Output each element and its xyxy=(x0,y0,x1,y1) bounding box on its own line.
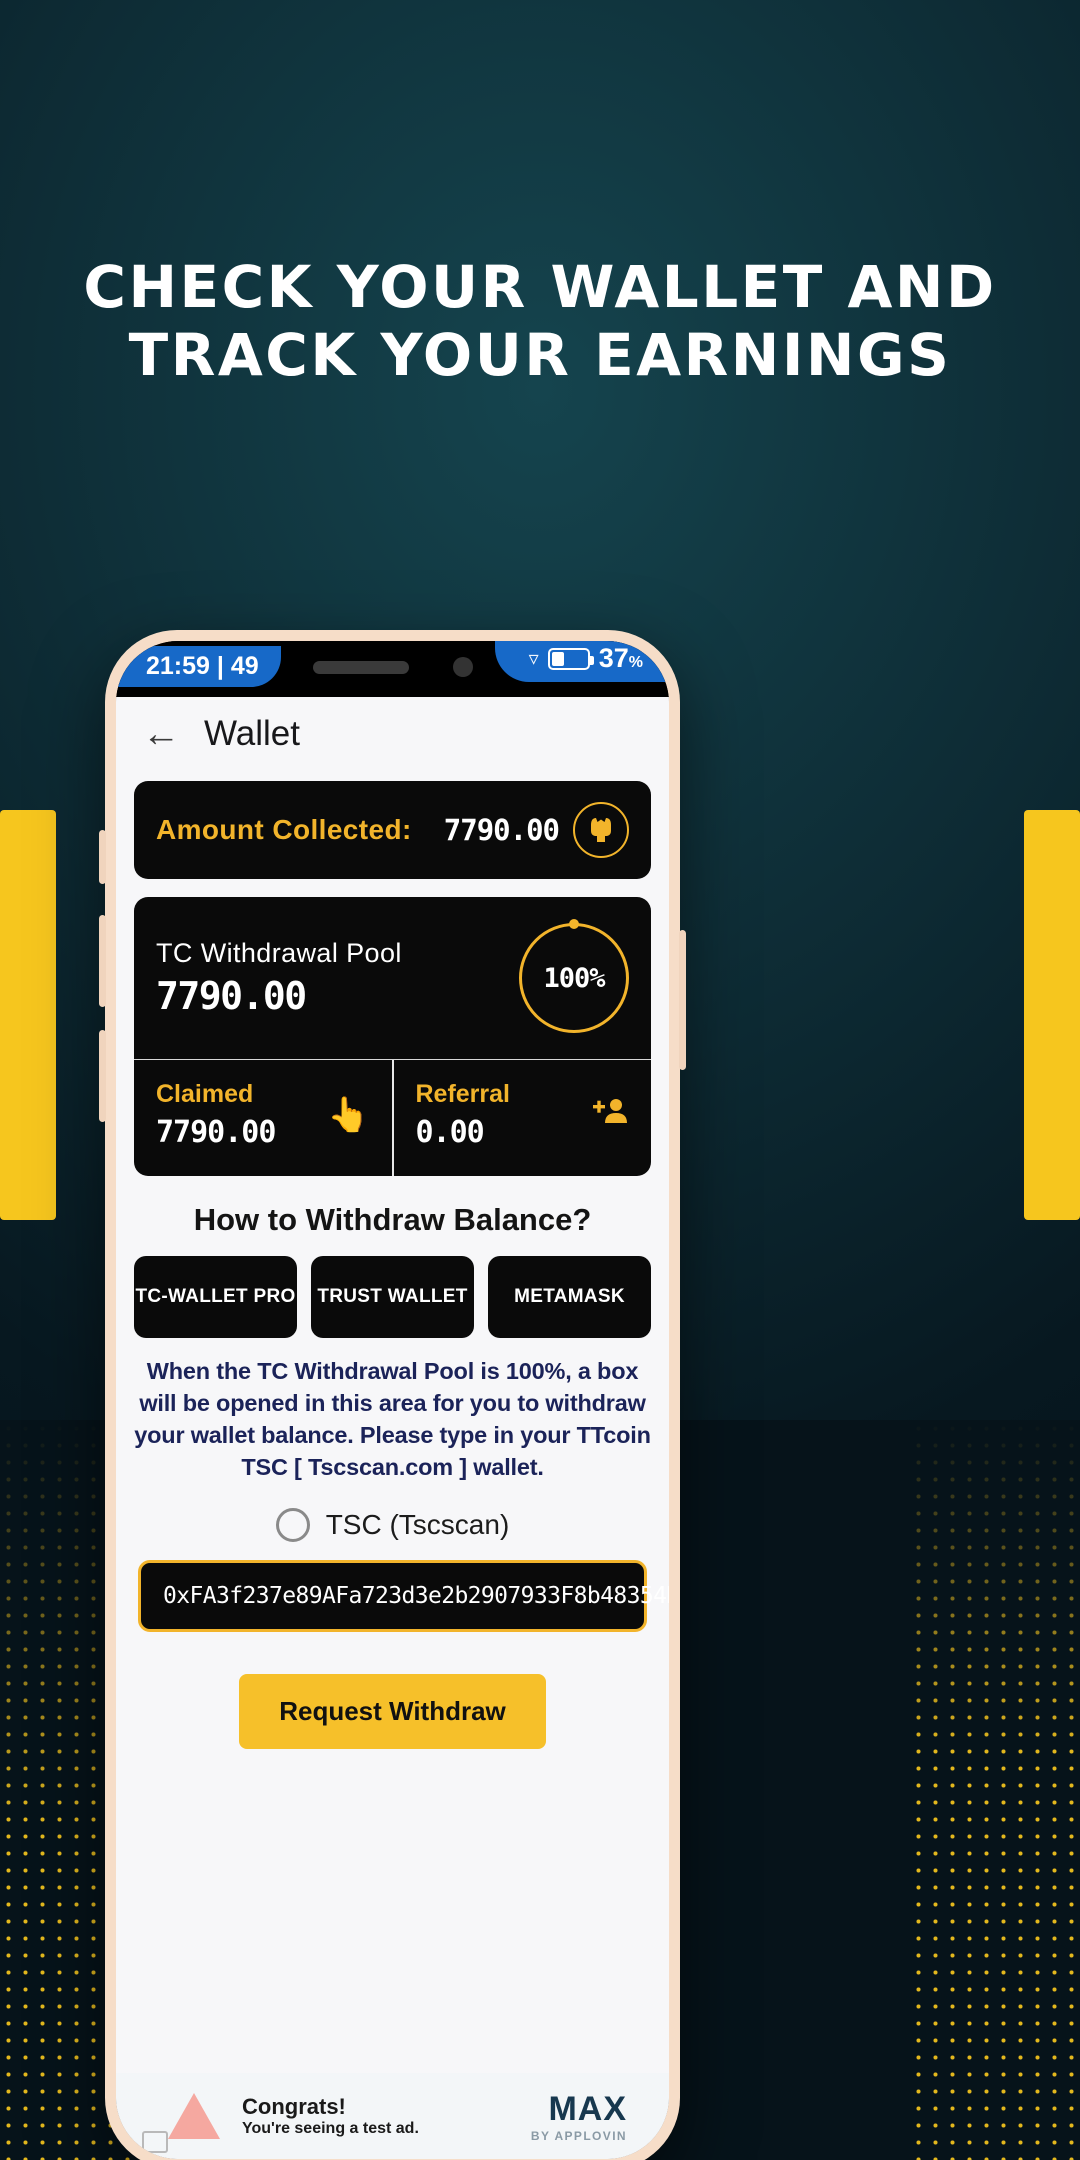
pool-stats-row: Claimed 7790.00 👆 Referral 0.00 xyxy=(134,1059,651,1176)
pool-stat-claimed: Claimed 7790.00 👆 xyxy=(134,1060,392,1176)
wallet-button-metamask[interactable]: METAMASK xyxy=(488,1256,651,1338)
phone-mockup: 21:59 | 49 ▿ 37% ← Wallet Amount Collect… xyxy=(99,630,686,2160)
earpiece-speaker xyxy=(312,660,409,674)
halftone-dots-right xyxy=(910,1420,1080,2160)
page-title: Wallet xyxy=(204,714,300,753)
claimed-value: 7790.00 xyxy=(156,1115,276,1150)
phone-button-power xyxy=(679,930,686,1070)
pool-stat-referral: Referral 0.00 xyxy=(391,1060,652,1176)
amount-collected-card: Amount Collected: 7790.00 xyxy=(134,781,651,879)
withdrawal-pool-card: TC Withdrawal Pool 7790.00 100% Claimed … xyxy=(134,897,651,1176)
status-time: 21:59 | 49 xyxy=(116,645,281,687)
app-screen: ← Wallet Amount Collected: 7790.00 TC Wi… xyxy=(116,697,669,2159)
front-camera xyxy=(452,657,473,677)
wallet-address-input[interactable]: 0xFA3f237e89AFa723d3e2b2907933F8b48354D1… xyxy=(138,1559,669,1632)
pool-progress-ring: 100% xyxy=(519,923,629,1033)
promo-headline: CHECK YOUR WALLET AND TRACK YOUR EARNING… xyxy=(0,253,1080,390)
battery-percent: 37% xyxy=(598,643,643,673)
ad-subtitle: You're seeing a test ad. xyxy=(242,2120,419,2137)
wifi-icon: ▿ xyxy=(528,648,539,670)
ad-brand: MAX BY APPLOVIN xyxy=(531,2090,627,2143)
wallet-address-value: 0xFA3f237e89AFa723d3e2b2907933F8b48354D1… xyxy=(163,1582,669,1609)
android-home-indicator xyxy=(142,2131,168,2153)
amount-collected-value: 7790.00 xyxy=(443,813,560,847)
pool-progress-label: 100% xyxy=(543,962,605,994)
amount-collected-right: 7790.00 xyxy=(444,802,629,858)
ad-title: Congrats! xyxy=(242,2094,346,2119)
yellow-bar-right xyxy=(1024,810,1080,1220)
radio-tsc[interactable] xyxy=(275,1507,310,1542)
status-bar: 21:59 | 49 ▿ 37% xyxy=(116,641,669,697)
battery-icon xyxy=(547,647,594,670)
pool-title: TC Withdrawal Pool xyxy=(156,938,402,968)
phone-notch xyxy=(312,657,473,677)
wallet-button-trust-wallet[interactable]: TRUST WALLET xyxy=(311,1256,474,1338)
howto-heading: How to Withdraw Balance? xyxy=(193,1202,592,1237)
submit-row: Request Withdraw xyxy=(116,1673,669,1749)
ad-banner[interactable]: Congrats! You're seeing a test ad. MAX B… xyxy=(116,2073,669,2159)
amount-collected-label: Amount Collected: xyxy=(156,814,412,845)
radio-tsc-label: TSC (Tscscan) xyxy=(325,1508,510,1540)
network-radio-row[interactable]: TSC (Tscscan) xyxy=(116,1507,669,1542)
thumbs-up-illustration xyxy=(168,2093,220,2139)
wallet-button-tc-wallet-pro[interactable]: TC-WALLET PRO xyxy=(134,1256,297,1338)
phone-button-volume-up xyxy=(99,915,106,1007)
wallet-provider-buttons: TC-WALLET PRO TRUST WALLET METAMASK xyxy=(116,1256,669,1338)
referral-value: 0.00 xyxy=(415,1115,485,1150)
app-bar: ← Wallet xyxy=(116,697,669,771)
ttcoin-icon xyxy=(573,802,629,858)
ad-brand-sub: BY APPLOVIN xyxy=(530,2128,627,2143)
phone-button-mute xyxy=(99,830,106,884)
ad-brand-name: MAX xyxy=(548,2089,627,2128)
referral-label: Referral xyxy=(415,1080,511,1108)
tap-hand-icon: 👆 xyxy=(327,1096,370,1134)
pool-amount: 7790.00 xyxy=(156,974,307,1018)
person-add-icon xyxy=(591,1096,629,1135)
headline-line-1: CHECK YOUR WALLET AND xyxy=(83,253,997,321)
phone-button-volume-down xyxy=(99,1030,106,1122)
pool-top: TC Withdrawal Pool 7790.00 100% xyxy=(134,897,651,1059)
status-right-group: ▿ 37% xyxy=(494,641,669,682)
request-withdraw-button[interactable]: Request Withdraw xyxy=(239,1673,546,1749)
claimed-label: Claimed xyxy=(156,1080,254,1108)
back-arrow-icon[interactable]: ← xyxy=(142,715,204,753)
phone-screen: 21:59 | 49 ▿ 37% ← Wallet Amount Collect… xyxy=(116,641,669,2159)
yellow-bar-left xyxy=(0,810,56,1220)
withdraw-instructions: When the TC Withdrawal Pool is 100%, a b… xyxy=(134,1358,651,1480)
ad-text: Congrats! You're seeing a test ad. xyxy=(242,2094,419,2138)
headline-line-2: TRACK YOUR EARNINGS xyxy=(128,321,952,390)
